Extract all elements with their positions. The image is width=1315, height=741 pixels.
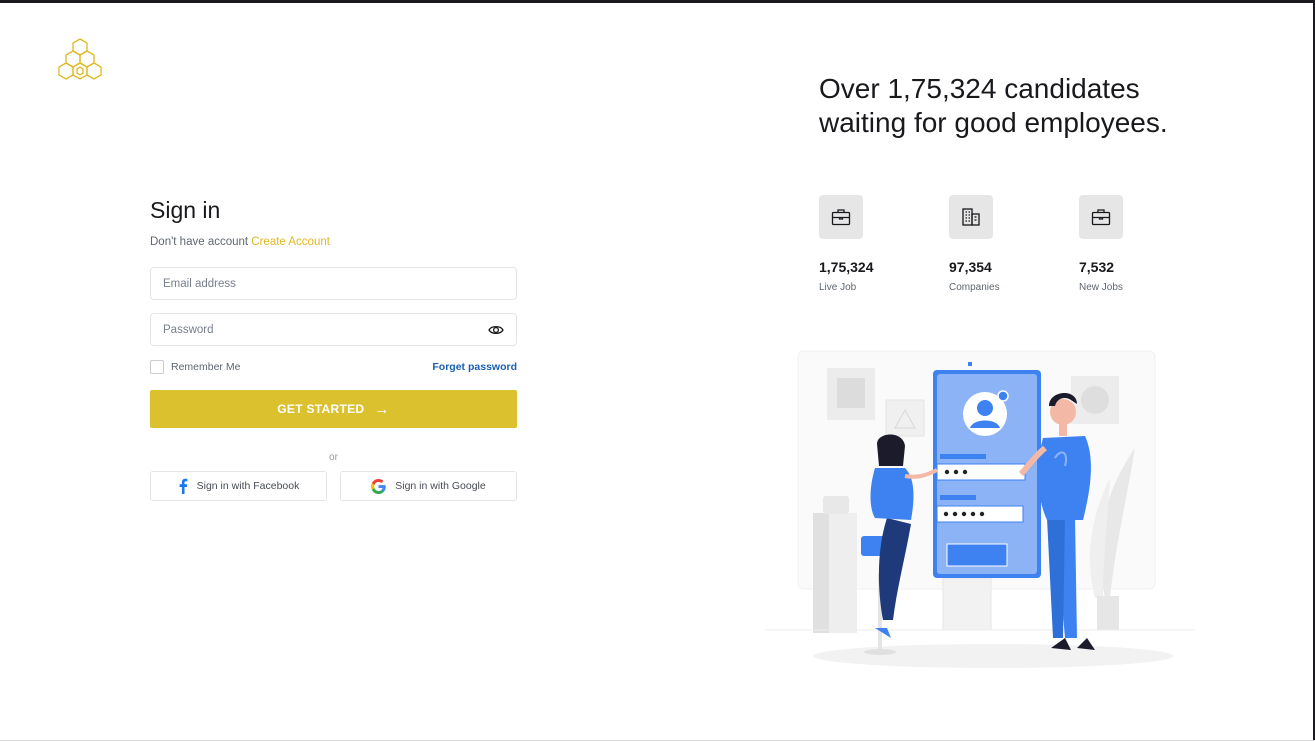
email-field-container [150,267,517,300]
signin-title: Sign in [150,197,221,223]
get-started-label: GET STARTED [277,402,365,416]
password-field[interactable] [151,314,516,345]
stat-value: 7,532 [1079,259,1115,275]
create-account-link[interactable]: Create Account [251,236,330,248]
no-account-text: Don't have account [150,236,249,248]
stat-new-jobs: 7,532 New Jobs [1079,195,1209,293]
email-field[interactable] [151,268,516,299]
stat-value: 1,75,324 [819,259,874,275]
briefcase-icon [1091,209,1111,226]
stat-icon-box [819,195,863,239]
briefcase-icon [831,209,851,226]
social-signin: Sign in with Facebook Sign in with Googl… [150,471,517,501]
login-illustration [765,350,1195,668]
window-top-border [0,0,1315,3]
stat-label: New Jobs [1079,282,1123,293]
hero-headline: Over 1,75,324 candidates waiting for goo… [819,72,1219,140]
honeycomb-logo-icon[interactable] [55,38,105,84]
stats-row: 1,75,324 Live Job 97,354 Companies 7,532… [819,195,1209,293]
google-signin-label: Sign in with Google [395,480,486,492]
remember-label: Remember Me [171,360,241,373]
hero-headline-line2: waiting for good employees. [819,107,1168,138]
stat-value: 97,354 [949,259,992,275]
remember-checkbox[interactable] [150,359,164,374]
or-divider: or [329,452,338,463]
eye-icon[interactable] [488,323,504,337]
hero-headline-line1: Over 1,75,324 candidates [819,73,1140,104]
stat-icon-box [949,195,993,239]
facebook-signin-label: Sign in with Facebook [196,480,300,492]
create-account-prompt: Don't have account Create Account [150,236,517,248]
stat-icon-box [1079,195,1123,239]
signin-form: Sign in Don't have account Create Accoun… [150,196,517,501]
get-started-button[interactable]: GET STARTED → [150,390,517,428]
stat-label: Live Job [819,282,857,293]
remember-row: Remember Me Forget password [150,359,517,374]
remember-me[interactable]: Remember Me [150,359,241,374]
facebook-signin-button[interactable]: Sign in with Facebook [150,471,327,501]
arrow-right-icon: → [374,400,390,418]
forget-password-link[interactable]: Forget password [432,361,517,373]
stat-label: Companies [949,282,1000,293]
stat-live-job: 1,75,324 Live Job [819,195,949,293]
google-signin-button[interactable]: Sign in with Google [340,471,517,501]
google-icon [371,478,386,494]
building-icon [962,208,980,226]
facebook-icon [179,478,187,494]
password-field-container [150,313,517,346]
stat-companies: 97,354 Companies [949,195,1079,293]
